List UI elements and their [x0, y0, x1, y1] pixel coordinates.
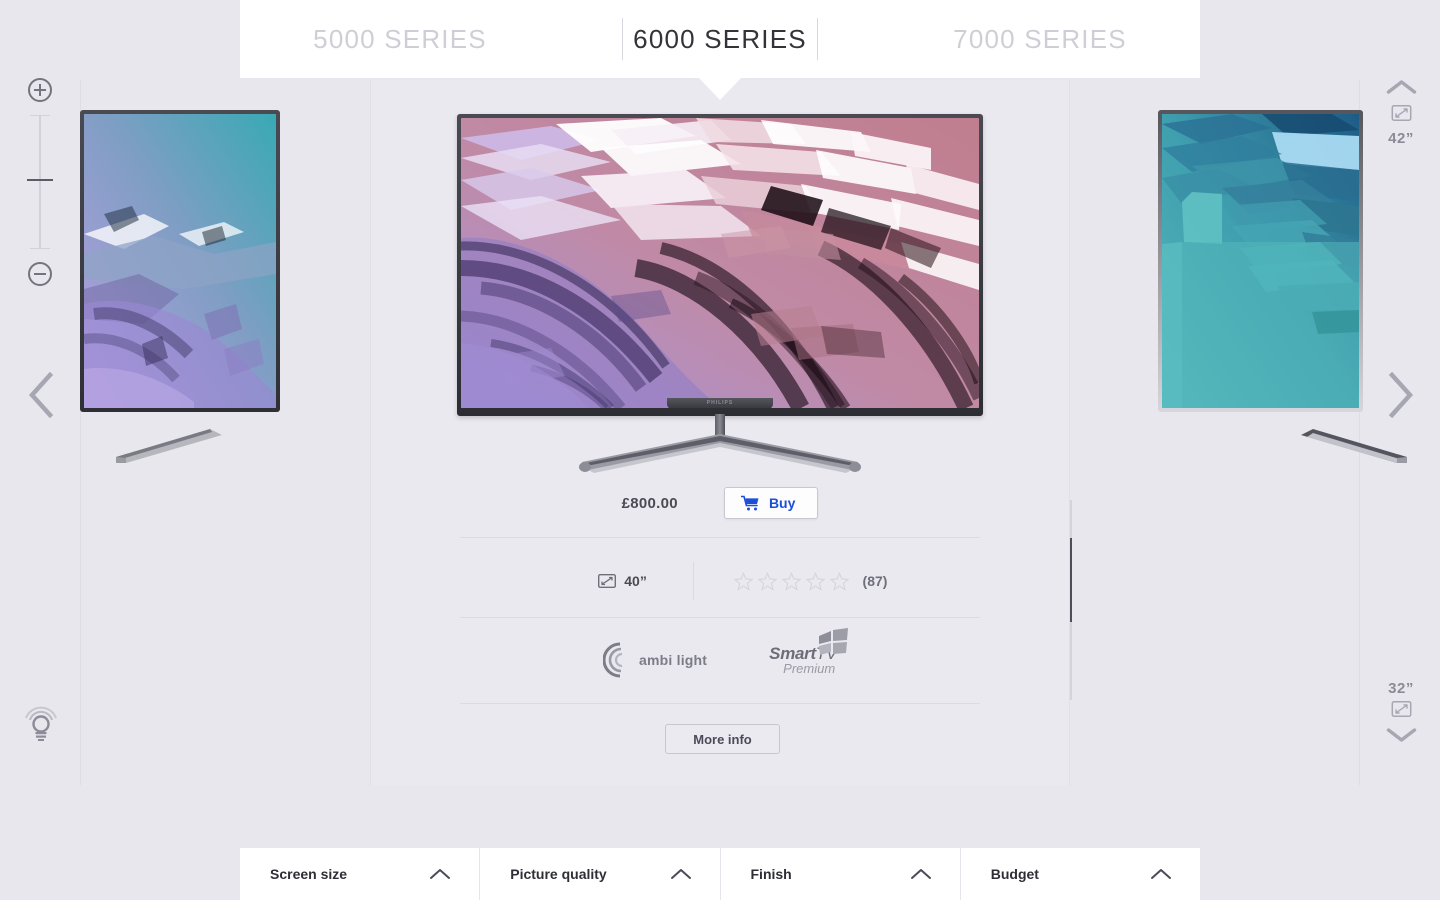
ambilight-arcs-icon [603, 642, 623, 678]
screen-size-icon[interactable] [1391, 105, 1411, 121]
tv-stand-base [579, 434, 861, 473]
filter-finish[interactable]: Finish [721, 848, 961, 900]
philips-brand-badge: PHILIPS [667, 398, 773, 408]
screen-size-icon[interactable] [1391, 701, 1411, 717]
zoom-out-icon[interactable] [28, 262, 52, 286]
active-tab-pointer [699, 78, 741, 100]
slider-cap-bottom [30, 248, 50, 249]
filter-bar: Screen size Picture quality Finish Budge… [240, 848, 1200, 900]
divider-middle [460, 617, 980, 618]
size-above-label: 42” [1388, 130, 1414, 147]
screen-artwork-purple-pink [461, 118, 979, 408]
chevron-down-icon[interactable] [1385, 726, 1417, 744]
screen-artwork-blue [1162, 114, 1359, 408]
divider-bottom [460, 703, 980, 704]
chevron-up-icon [430, 869, 451, 879]
chevron-left-icon[interactable] [28, 372, 54, 418]
scrollbar-thumb[interactable] [1070, 538, 1072, 622]
price-and-buy-row: £800.00 Buy [460, 487, 980, 519]
chevron-up-icon [1151, 869, 1171, 879]
star-icon[interactable] [805, 571, 825, 591]
smarttv-premium-logo: SmartTV Premium [769, 628, 848, 676]
windows-flag-icon [818, 628, 848, 655]
tv-stand [1301, 429, 1407, 463]
size-below-label: 32” [1388, 680, 1414, 697]
tv-screen [84, 114, 276, 408]
zoom-slider[interactable] [27, 115, 53, 249]
tv-screen: PHILIPS [461, 118, 979, 408]
chevron-right-icon[interactable] [1388, 372, 1414, 418]
chevron-up-icon [910, 869, 931, 879]
shopping-cart-icon [740, 495, 759, 511]
vertical-scrollbar[interactable] [1070, 500, 1072, 700]
chevron-up-icon[interactable] [1385, 78, 1417, 96]
size-up-control: 42” [1382, 78, 1421, 147]
screen-size-value: 40” [624, 573, 647, 589]
filter-label: Picture quality [510, 866, 607, 882]
tv-stand [116, 429, 222, 463]
star-icon[interactable] [829, 571, 849, 591]
filter-budget[interactable]: Budget [961, 848, 1200, 900]
chevron-up-icon [670, 869, 691, 879]
tab-5000-series[interactable]: 5000 SERIES [240, 0, 560, 78]
zoom-control [27, 78, 53, 286]
lightbulb-icon[interactable] [22, 704, 60, 744]
tab-6000-series[interactable]: 6000 SERIES [560, 0, 880, 78]
product-carousel-page: 5000 SERIES 6000 SERIES 7000 SERIES PHIL… [0, 0, 1440, 900]
ambilight-label: ambi light [639, 652, 708, 668]
filter-label: Budget [990, 866, 1039, 882]
screen-artwork-teal [84, 114, 276, 408]
star-icon[interactable] [781, 571, 801, 591]
screen-size-spec: 40” [553, 573, 693, 589]
feature-logos: ambi light SmartTV Premium [460, 628, 980, 692]
size-down-control: 32” [1382, 680, 1421, 749]
star-icon[interactable] [733, 571, 753, 591]
premium-label: Premium [783, 661, 836, 676]
filter-label: Screen size [270, 866, 348, 882]
buy-button-label: Buy [768, 495, 796, 511]
buy-button[interactable]: Buy [723, 487, 819, 519]
tv-bezel [1158, 110, 1363, 412]
divider-top [460, 537, 980, 538]
zoom-in-icon[interactable] [28, 78, 52, 102]
filter-picture-quality[interactable]: Picture quality [480, 848, 721, 900]
tab-7000-series[interactable]: 7000 SERIES [880, 0, 1200, 78]
star-rating[interactable] [733, 571, 849, 591]
featured-product: PHILIPS [457, 114, 983, 473]
filter-screen-size[interactable]: Screen size [240, 848, 481, 900]
tv-screen [1162, 114, 1359, 408]
ambilight-logo: ambi light [603, 642, 707, 678]
spec-rating-row: 40” (87) [460, 562, 980, 600]
series-tab-bar: 5000 SERIES 6000 SERIES 7000 SERIES [240, 0, 1200, 78]
slider-cap-top [30, 115, 50, 116]
filter-label: Finish [750, 866, 792, 882]
product-price: £800.00 [621, 494, 678, 512]
zoom-slider-handle[interactable] [27, 179, 53, 181]
tv-bezel: PHILIPS [457, 114, 983, 416]
star-icon[interactable] [757, 571, 777, 591]
review-count: (87) [862, 573, 888, 589]
more-info-button[interactable]: More info [665, 724, 780, 754]
tv-bezel [80, 110, 280, 412]
screen-size-icon [598, 574, 617, 588]
rating-block[interactable]: (87) [694, 571, 888, 591]
